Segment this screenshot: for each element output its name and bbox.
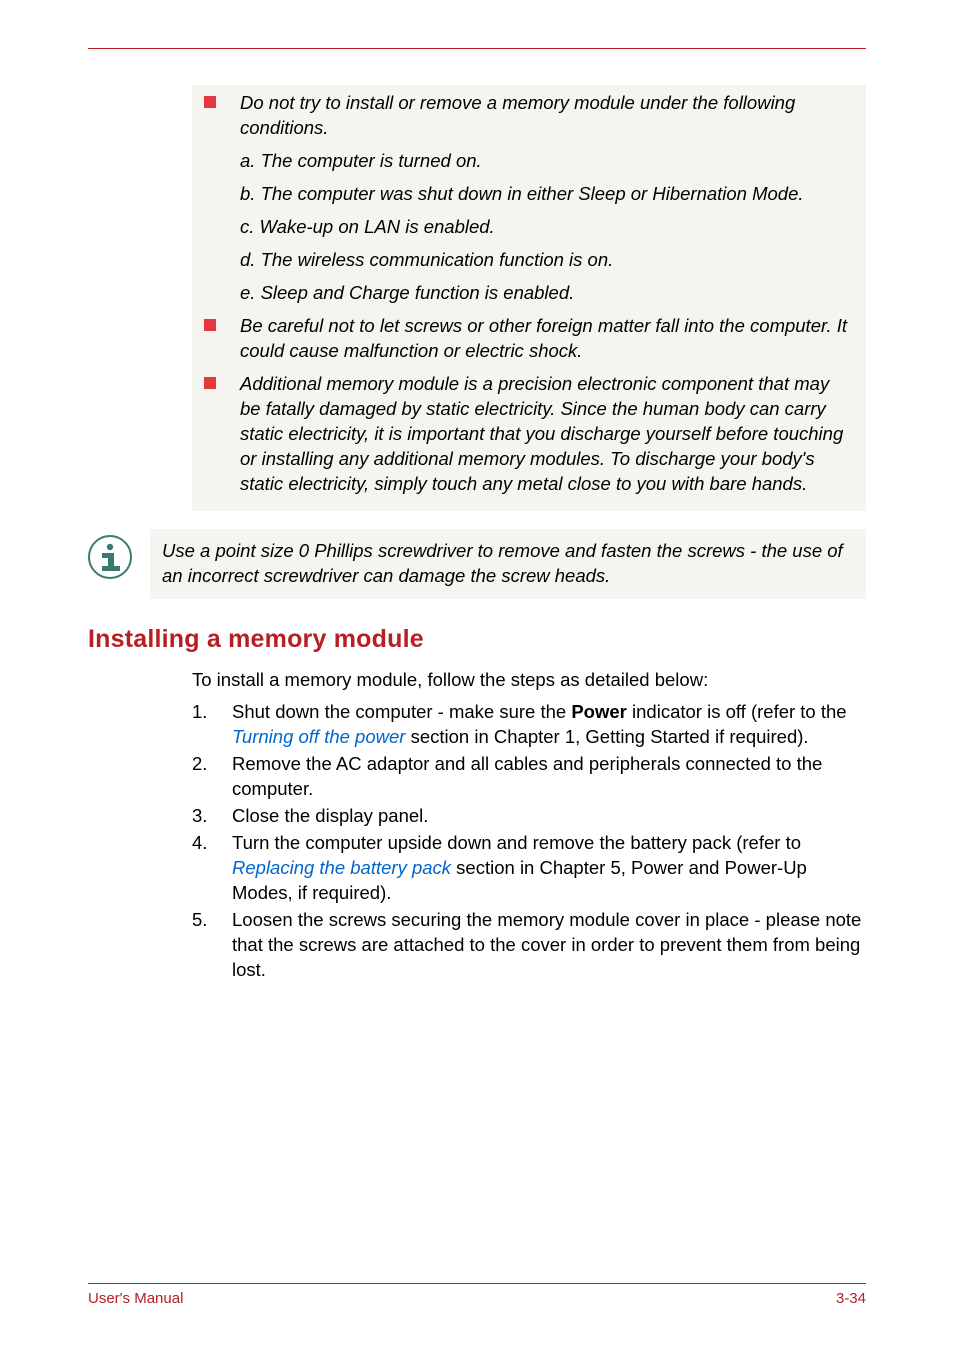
footer-right: 3-34: [836, 1290, 866, 1307]
text-fragment: Turn the computer upside down and remove…: [232, 832, 801, 853]
step-text: Close the display panel.: [232, 804, 866, 829]
warning-item-1: Do not try to install or remove a memory…: [204, 91, 854, 141]
info-note-row: Use a point size 0 Phillips screwdriver …: [88, 529, 866, 599]
info-box: Use a point size 0 Phillips screwdriver …: [150, 529, 866, 599]
step-2: 2. Remove the AC adaptor and all cables …: [192, 752, 866, 802]
link-replacing-battery-pack[interactable]: Replacing the battery pack: [232, 857, 451, 878]
bold-text: Power: [571, 701, 627, 722]
warning-box: Do not try to install or remove a memory…: [192, 85, 866, 511]
top-rule: [88, 48, 866, 49]
step-number: 4.: [192, 831, 232, 906]
step-number: 2.: [192, 752, 232, 802]
step-1: 1. Shut down the computer - make sure th…: [192, 700, 866, 750]
step-number: 5.: [192, 908, 232, 983]
step-number: 3.: [192, 804, 232, 829]
step-3: 3. Close the display panel.: [192, 804, 866, 829]
bullet-icon: [204, 319, 216, 331]
warning-sublist: a. The computer is turned on. b. The com…: [240, 149, 854, 306]
warning-text: Be careful not to let screws or other fo…: [240, 314, 854, 364]
step-5: 5. Loosen the screws securing the memory…: [192, 908, 866, 983]
section-intro: To install a memory module, follow the s…: [192, 668, 866, 693]
bullet-icon: [204, 96, 216, 108]
steps-list: 1. Shut down the computer - make sure th…: [192, 700, 866, 983]
warning-sub-d: d. The wireless communication function i…: [240, 248, 854, 273]
text-fragment: indicator is off (refer to the: [627, 701, 847, 722]
info-icon: [88, 535, 132, 579]
warning-item-2: Be careful not to let screws or other fo…: [204, 314, 854, 364]
text-fragment: section in Chapter 1, Getting Started if…: [405, 726, 808, 747]
warning-item-3: Additional memory module is a precision …: [204, 372, 854, 497]
warning-text: Do not try to install or remove a memory…: [240, 91, 854, 141]
warning-sub-e: e. Sleep and Charge function is enabled.: [240, 281, 854, 306]
step-text: Shut down the computer - make sure the P…: [232, 700, 866, 750]
text-fragment: Shut down the computer - make sure the: [232, 701, 571, 722]
footer-left: User's Manual: [88, 1290, 183, 1307]
footer-rule: [88, 1283, 866, 1284]
step-text: Remove the AC adaptor and all cables and…: [232, 752, 866, 802]
info-text: Use a point size 0 Phillips screwdriver …: [162, 539, 852, 589]
section-heading: Installing a memory module: [88, 625, 866, 654]
warning-sub-a: a. The computer is turned on.: [240, 149, 854, 174]
page-footer: User's Manual 3-34: [88, 1283, 866, 1307]
step-text: Loosen the screws securing the memory mo…: [232, 908, 866, 983]
step-4: 4. Turn the computer upside down and rem…: [192, 831, 866, 906]
warning-sub-c: c. Wake-up on LAN is enabled.: [240, 215, 854, 240]
step-number: 1.: [192, 700, 232, 750]
bullet-icon: [204, 377, 216, 389]
warning-text: Additional memory module is a precision …: [240, 372, 854, 497]
link-turning-off-power[interactable]: Turning off the power: [232, 726, 405, 747]
warning-sub-b: b. The computer was shut down in either …: [240, 182, 854, 207]
step-text: Turn the computer upside down and remove…: [232, 831, 866, 906]
